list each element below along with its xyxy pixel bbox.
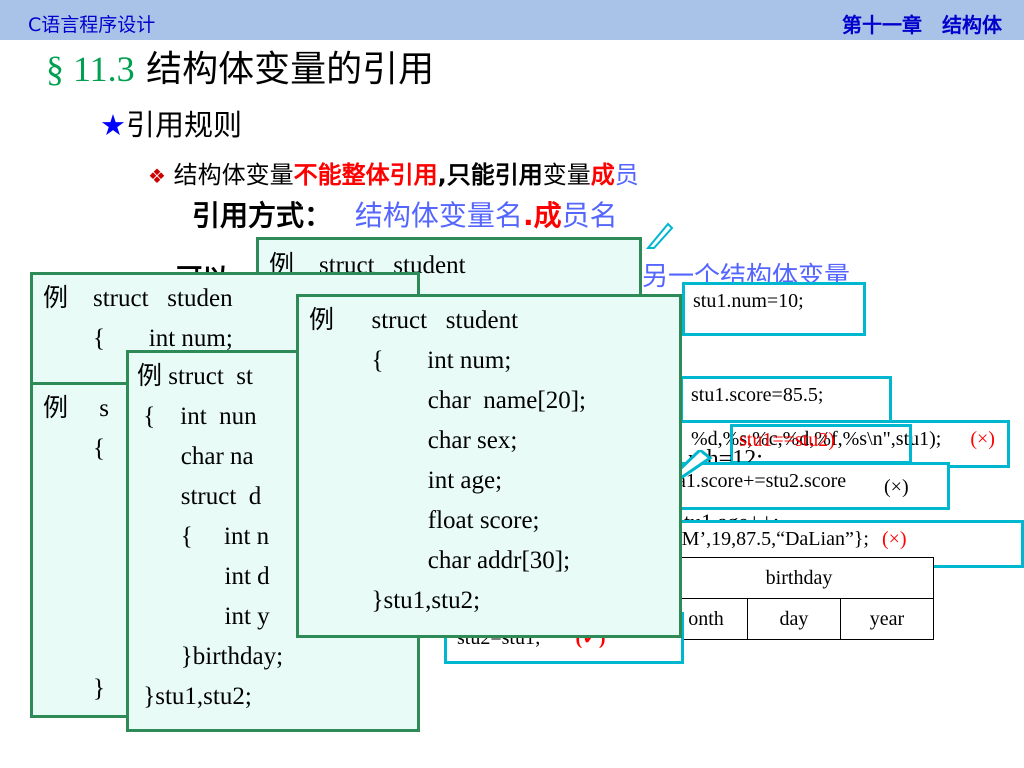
bullet-reference-rules: ★引用规则 [100,108,243,142]
syntax-pointer [646,222,674,249]
diamond-bullet-icon: ❖ [148,164,166,188]
table-cell-day: day [747,598,841,640]
chapter-title: 第十一章 结构体 [842,13,1002,37]
section-number: § 11.3 [46,49,135,89]
table-cell-year: year [840,598,934,640]
table-header-birthday: birthday [664,557,934,599]
birthday-table: birthday onth day year [664,557,934,640]
page-title: § 11.3 结构体变量的引用 [46,40,434,92]
example-num: stu1.num=10; [682,282,866,336]
score-add-mark: (×) [884,476,909,498]
section-title: 结构体变量的引用 [134,49,435,90]
star-icon: ★ [100,108,126,142]
reference-syntax: 引用方式： 结构体变量名.成员名 [192,199,618,232]
course-title: C语言程序设计 [28,14,156,36]
example-score: stu1.score=85.5; [680,376,892,426]
bullet-member-reference: ❖ 结构体变量不能整体引用,只能引用变量成员 [148,161,639,189]
code-box-front: 例 struct student { int num; char name[20… [296,294,682,638]
